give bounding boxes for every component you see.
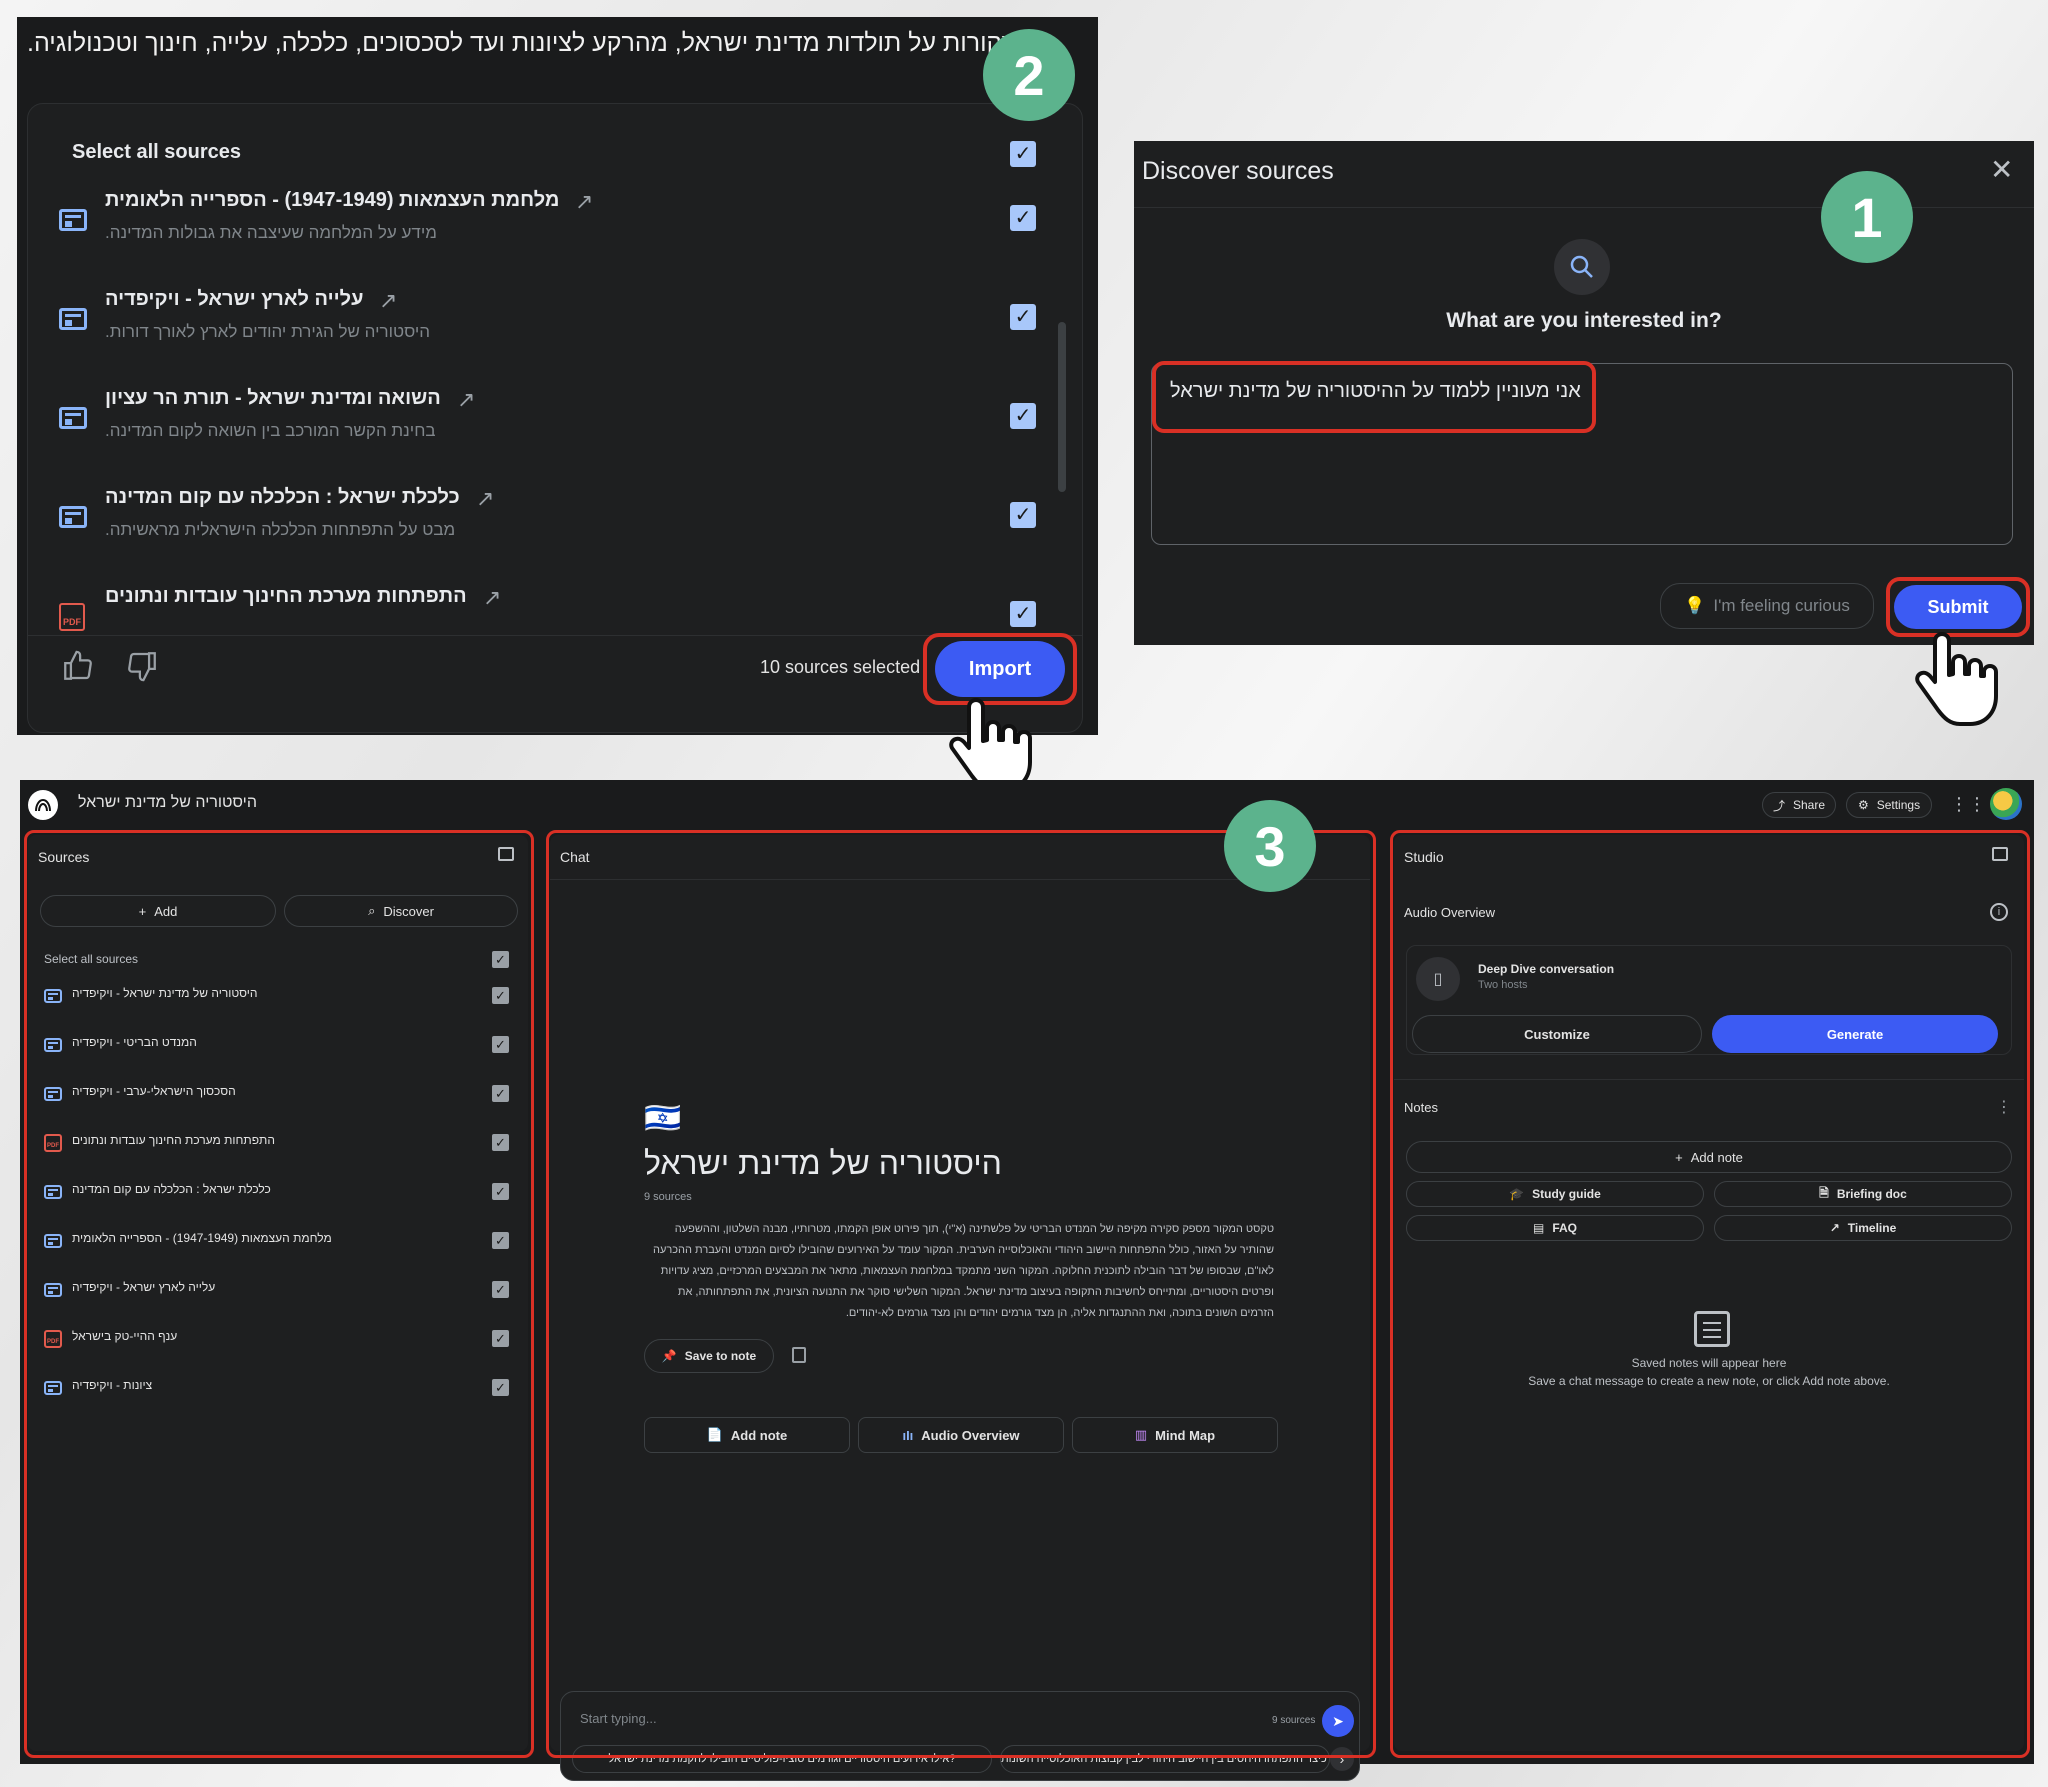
discover-sources-dialog: Discover sources ✕ What are you interest…	[1134, 141, 2034, 645]
step-badge-3: 3	[1224, 800, 1316, 892]
feeling-curious-button[interactable]: 💡 I'm feeling curious	[1660, 583, 1874, 629]
sources-highlight	[24, 830, 534, 1758]
discovered-source-item[interactable]: השואה ומדינת ישראל - תורת הר עציון ↗ בחינת…	[17, 385, 1077, 475]
web-page-icon	[59, 209, 87, 231]
thumbs-up-icon[interactable]	[61, 649, 95, 683]
settings-button[interactable]: ⚙ Settings	[1846, 792, 1932, 818]
select-all-label: Select all sources	[72, 141, 241, 163]
gear-icon: ⚙	[1857, 798, 1869, 812]
step-badge-1: 1	[1821, 171, 1913, 263]
dialog-title: Discover sources	[1142, 157, 1334, 185]
source-title: מלחמת העצמאות (1947-1949) - הספרייה הלאו…	[105, 189, 560, 211]
step-badge-2: 2	[983, 29, 1075, 121]
discovered-source-item[interactable]: PDF התפתחות מערכת החינוך עובדות ונתונים ↗ ✓	[17, 583, 1077, 635]
interest-prompt: What are you interested in?	[1446, 309, 1722, 332]
source-description: בחינת הקשר המורכב בין השואה לקום המדינה.	[105, 421, 436, 440]
discover-icon	[1554, 239, 1610, 295]
list-scrollbar[interactable]	[1058, 322, 1066, 492]
source-checkbox[interactable]: ✓	[1010, 205, 1036, 231]
discovered-source-item[interactable]: עלייה לארץ ישראל - ויקיפדיה ↗ היסטוריה של …	[17, 286, 1077, 376]
settings-label: Settings	[1876, 798, 1921, 812]
discovered-source-list: מלחמת העצמאות (1947-1949) - הספרייה הלאו…	[17, 187, 1077, 635]
apps-grid-icon[interactable]: ⋮⋮	[1950, 794, 1986, 815]
open-external-icon[interactable]: ↗	[476, 486, 494, 512]
sources-heading: מקורות על תולדות מדינת ישראל, מהרקע לציו…	[27, 29, 1019, 57]
avatar[interactable]	[1990, 788, 2022, 820]
lightbulb-icon: 💡	[1684, 596, 1706, 615]
open-external-icon[interactable]: ↗	[575, 189, 593, 215]
selected-count: 10 sources selected	[760, 657, 921, 677]
source-title: השואה ומדינת ישראל - תורת הר עציון	[105, 387, 441, 409]
close-icon[interactable]: ✕	[1990, 153, 2013, 186]
web-page-icon	[59, 506, 87, 528]
source-description: היסטוריה של הגירת יהודים לארץ לאורך דורו…	[105, 322, 431, 341]
footer-divider	[27, 635, 1083, 636]
thumbs-down-icon[interactable]	[125, 649, 159, 683]
notebook-title[interactable]: היסטוריה של מדינת ישראל	[78, 794, 257, 812]
share-label: Share	[1792, 798, 1826, 812]
web-page-icon	[59, 407, 87, 429]
source-checkbox[interactable]: ✓	[1010, 403, 1036, 429]
pointer-hand-icon	[1915, 632, 1998, 726]
select-all-checkbox[interactable]: ✓	[1010, 141, 1036, 167]
query-highlight	[1152, 361, 1596, 433]
feeling-curious-label: I'm feeling curious	[1713, 596, 1850, 615]
chat-highlight	[546, 830, 1376, 1758]
source-checkbox[interactable]: ✓	[1010, 304, 1036, 330]
pdf-icon: PDF	[59, 603, 85, 631]
source-description: מידע על המלחמה שעיצבה את גבולות המדינה.	[105, 223, 437, 242]
source-title: כלכלת ישראל : הכלכלה עם קום המדינה	[105, 486, 460, 508]
source-checkbox[interactable]: ✓	[1010, 502, 1036, 528]
import-sources-panel: מקורות על תולדות מדינת ישראל, מהרקע לציו…	[17, 17, 1098, 735]
source-checkbox[interactable]: ✓	[1010, 601, 1036, 627]
open-external-icon[interactable]: ↗	[483, 585, 501, 611]
source-title: התפתחות מערכת החינוך עובדות ונתונים	[105, 585, 467, 607]
source-description: מבט על התפתחות הכלכלה הישראלית מראשיתה.	[105, 520, 456, 539]
open-external-icon[interactable]: ↗	[457, 387, 475, 413]
app-logo	[28, 790, 58, 820]
share-icon: ⤴	[1772, 798, 1785, 813]
source-title: עלייה לארץ ישראל - ויקיפדיה	[105, 288, 364, 310]
open-external-icon[interactable]: ↗	[379, 288, 397, 314]
studio-highlight	[1390, 830, 2030, 1758]
discovered-source-item[interactable]: מלחמת העצמאות (1947-1949) - הספרייה הלאו…	[17, 187, 1077, 277]
notebook-window: היסטוריה של מדינת ישראל ⤴ Share ⚙ Settings…	[20, 780, 2034, 1781]
share-button[interactable]: ⤴ Share	[1762, 792, 1836, 818]
web-page-icon	[59, 308, 87, 330]
discovered-source-item[interactable]: כלכלת ישראל : הכלכלה עם קום המדינה ↗ מבט ע…	[17, 484, 1077, 574]
